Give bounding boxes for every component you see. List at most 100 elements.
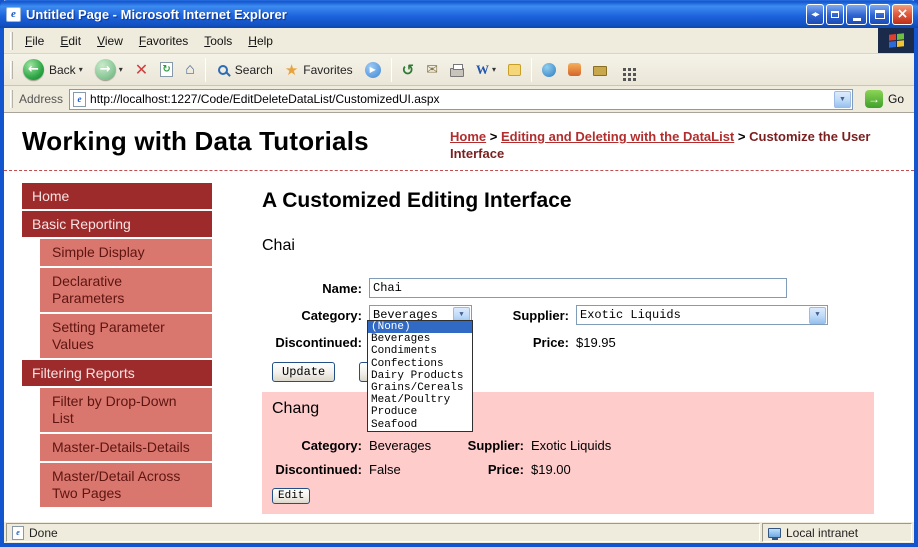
category-label: Category: bbox=[301, 307, 362, 323]
update-button[interactable]: Update bbox=[272, 362, 336, 382]
category-option-meat-poultry[interactable]: Meat/Poultry bbox=[368, 394, 472, 406]
toolbar-separator bbox=[530, 57, 532, 82]
history-icon: ↺ bbox=[401, 60, 415, 79]
sidebar-item-filter-by-dropdown-list[interactable]: Filter by Drop-Down List bbox=[40, 388, 212, 434]
discontinued-label: Discontinued: bbox=[275, 334, 362, 350]
category-options-list: (None) Beverages Condiments Confections … bbox=[367, 320, 473, 432]
go-button[interactable]: → Go bbox=[861, 88, 908, 110]
edit-dropdown-icon[interactable]: ▾ bbox=[492, 65, 496, 74]
tiles-button[interactable] bbox=[613, 66, 642, 73]
menubar-grip[interactable] bbox=[10, 31, 13, 50]
sidebar-item-master-detail-across-two-pages[interactable]: Master/Detail Across Two Pages bbox=[40, 463, 212, 509]
menu-tools[interactable]: Tools bbox=[196, 30, 240, 52]
breadcrumb-section-link[interactable]: Editing and Deleting with the DataList bbox=[501, 129, 734, 144]
forward-dropdown-icon[interactable]: ▾ bbox=[119, 65, 123, 74]
menu-edit[interactable]: Edit bbox=[52, 30, 89, 52]
maximize-button[interactable] bbox=[869, 3, 890, 25]
sidebar-item-simple-display[interactable]: Simple Display bbox=[40, 239, 212, 268]
sidebar-item-home[interactable]: Home bbox=[22, 183, 212, 211]
supplier-dropdown-arrow[interactable]: ▼ bbox=[809, 306, 826, 324]
minimize-button[interactable] bbox=[846, 3, 867, 25]
go-label: Go bbox=[887, 92, 904, 106]
supplier-dropdown[interactable]: Exotic Liquids ▼ bbox=[576, 305, 828, 325]
edit-button[interactable]: Edit bbox=[272, 488, 311, 504]
product-name-chai: Chai bbox=[262, 237, 295, 254]
forward-button[interactable]: → ▾ bbox=[89, 57, 129, 82]
window-arrows-button[interactable]: ◀▶ bbox=[806, 3, 824, 25]
category-option-seafood[interactable]: Seafood bbox=[368, 419, 472, 431]
category-option-beverages[interactable]: Beverages bbox=[368, 333, 472, 345]
sidebar-navigation: Home Basic Reporting Simple Display Decl… bbox=[22, 183, 212, 521]
mail-icon: ✉ bbox=[426, 61, 438, 77]
browser-window: e Untitled Page - Microsoft Internet Exp… bbox=[0, 0, 918, 547]
research-icon bbox=[567, 63, 581, 76]
back-button[interactable]: ← Back ▾ bbox=[17, 57, 89, 82]
search-button[interactable]: Search bbox=[210, 61, 279, 79]
breadcrumb-home-link[interactable]: Home bbox=[450, 129, 486, 144]
product-name-input[interactable] bbox=[369, 278, 787, 298]
menu-favorites[interactable]: Favorites bbox=[131, 30, 196, 52]
category-option-condiments[interactable]: Condiments bbox=[368, 345, 472, 357]
stop-icon: ✕ bbox=[134, 60, 149, 79]
discuss-icon bbox=[507, 63, 521, 76]
research-button[interactable] bbox=[562, 61, 587, 78]
go-arrow-icon: → bbox=[864, 90, 883, 108]
favorites-button[interactable]: ★ Favorites bbox=[279, 59, 359, 81]
security-zone-panel: Local intranet bbox=[762, 523, 912, 542]
category-option-dairy-products[interactable]: Dairy Products bbox=[368, 370, 472, 382]
sidebar-item-declarative-parameters[interactable]: Declarative Parameters bbox=[40, 268, 212, 314]
page-title: A Customized Editing Interface bbox=[262, 189, 572, 212]
print-icon bbox=[449, 63, 464, 77]
status-bar: e Done Local intranet bbox=[4, 521, 914, 543]
address-label: Address bbox=[19, 92, 64, 106]
messenger-button[interactable] bbox=[536, 61, 562, 79]
menu-file[interactable]: File bbox=[17, 30, 52, 52]
address-input[interactable] bbox=[90, 92, 833, 106]
supplier-label: Supplier: bbox=[512, 307, 569, 323]
window-title: Untitled Page - Microsoft Internet Explo… bbox=[26, 6, 287, 22]
print-button[interactable] bbox=[444, 61, 470, 79]
sidebar-item-setting-parameter-values[interactable]: Setting Parameter Values bbox=[40, 314, 212, 360]
folders-button[interactable] bbox=[587, 61, 613, 78]
chai-edit-form: Name: Category: Beverages ▼ Supplier: Ex… bbox=[262, 277, 888, 432]
close-button[interactable]: × bbox=[892, 3, 913, 25]
home-button[interactable]: ⌂ bbox=[179, 59, 201, 81]
back-icon: ← bbox=[23, 59, 44, 80]
category-option-produce[interactable]: Produce bbox=[368, 406, 472, 418]
breadcrumb: Home > Editing and Deleting with the Dat… bbox=[450, 128, 898, 162]
refresh-icon: ↻ bbox=[160, 62, 174, 77]
address-dropdown-arrow[interactable]: ▼ bbox=[833, 90, 851, 108]
breadcrumb-separator: > bbox=[737, 129, 746, 144]
category-option-grains-cereals[interactable]: Grains/Cereals bbox=[368, 382, 472, 394]
category-option-none[interactable]: (None) bbox=[368, 321, 472, 334]
refresh-button[interactable]: ↻ bbox=[154, 60, 179, 79]
product-name-chang: Chang bbox=[272, 400, 320, 417]
addressbar-grip[interactable] bbox=[10, 90, 13, 108]
sidebar-item-master-details-details[interactable]: Master-Details-Details bbox=[40, 434, 212, 463]
back-dropdown-icon[interactable]: ▾ bbox=[79, 65, 83, 74]
stop-button[interactable]: ✕ bbox=[129, 58, 154, 81]
home-icon: ⌂ bbox=[185, 60, 195, 78]
toolbar-grip[interactable] bbox=[10, 60, 13, 79]
search-icon bbox=[217, 64, 228, 75]
toolbar-separator bbox=[390, 57, 392, 82]
mail-button[interactable]: ✉ bbox=[420, 59, 444, 80]
status-message-panel: e Done bbox=[6, 523, 760, 542]
discuss-button[interactable] bbox=[502, 62, 527, 78]
window-arrows-icon: ◀▶ bbox=[811, 11, 819, 18]
menu-help[interactable]: Help bbox=[240, 30, 281, 52]
edit-button-toolbar[interactable]: W ▾ bbox=[470, 60, 502, 80]
menu-view[interactable]: View bbox=[89, 30, 131, 52]
history-button[interactable]: ↺ bbox=[396, 59, 421, 81]
window-controls: ◀▶ × bbox=[806, 3, 913, 25]
minimize-icon bbox=[852, 17, 861, 21]
back-label: Back bbox=[49, 62, 76, 77]
window-restore-small-button[interactable] bbox=[826, 3, 844, 25]
category-option-confections[interactable]: Confections bbox=[368, 358, 472, 370]
sidebar-item-basic-reporting[interactable]: Basic Reporting bbox=[22, 211, 212, 239]
breadcrumb-separator: > bbox=[489, 129, 498, 144]
supplier-selected-value: Exotic Liquids bbox=[580, 308, 681, 322]
media-button[interactable]: ▶ bbox=[359, 60, 387, 80]
title-bar: e Untitled Page - Microsoft Internet Exp… bbox=[0, 0, 918, 28]
sidebar-item-filtering-reports[interactable]: Filtering Reports bbox=[22, 360, 212, 388]
